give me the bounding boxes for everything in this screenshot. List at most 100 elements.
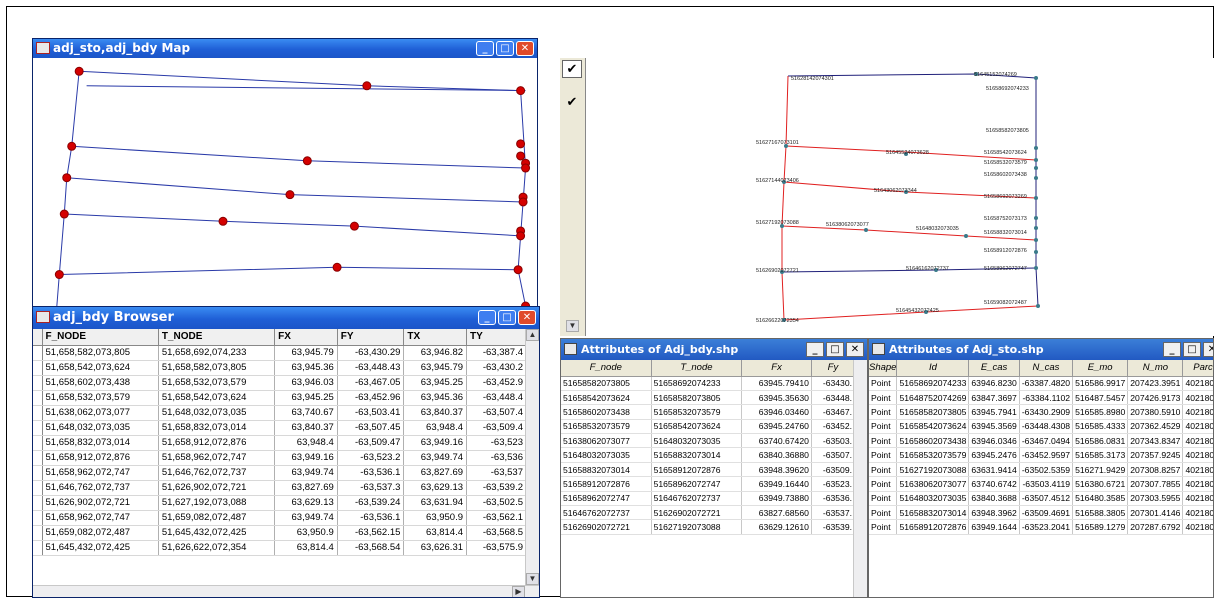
table-row[interactable]: 51658532073579 51658542073624 63945.24760-… xyxy=(561,419,856,435)
table-row[interactable]: 51,658,602,073,438 51,658,532,073,579 63,9… xyxy=(33,375,527,391)
parcel-node[interactable] xyxy=(1034,238,1038,242)
toolbar-check-2[interactable]: ✔ xyxy=(562,94,582,112)
node-point[interactable] xyxy=(362,81,372,91)
node-point[interactable] xyxy=(302,156,312,166)
node-point[interactable] xyxy=(285,190,295,200)
row-selector[interactable] xyxy=(33,465,43,481)
maximize-button[interactable]: □ xyxy=(1183,342,1201,357)
node-point[interactable] xyxy=(513,265,523,275)
toolbar-scroll-down-icon[interactable]: ▼ xyxy=(566,320,579,332)
row-selector[interactable] xyxy=(33,495,43,511)
table-row[interactable]: 51,659,082,072,487 51,645,432,072,425 63,9… xyxy=(33,525,527,541)
row-selector[interactable] xyxy=(33,525,43,541)
scroll-right-arrow-icon[interactable]: ▶ xyxy=(512,586,525,597)
parcel-map-canvas[interactable]: 51628142074301 51645152074269 516586920742… xyxy=(586,58,1214,336)
node-point[interactable] xyxy=(74,66,84,76)
node-point[interactable] xyxy=(54,270,64,280)
browser-window-titlebar[interactable]: adj_bdy Browser _ □ ✕ xyxy=(33,307,539,329)
column-header[interactable]: F_node xyxy=(561,360,652,377)
row-selector[interactable] xyxy=(33,420,43,436)
row-selector[interactable] xyxy=(33,480,43,496)
column-header[interactable]: Id xyxy=(896,360,970,377)
maximize-button[interactable]: □ xyxy=(498,310,516,325)
table-row[interactable]: Point 51627192073088 63631.9414 -63502.5359… xyxy=(869,462,1213,478)
column-header[interactable]: FY xyxy=(337,329,405,346)
node-point[interactable] xyxy=(62,173,72,183)
close-button[interactable]: ✕ xyxy=(516,41,534,56)
table-row[interactable]: 51658602073438 51658532073579 63946.03460-… xyxy=(561,404,856,420)
parcel-node[interactable] xyxy=(964,234,968,238)
table-row[interactable]: Point 51658532073579 63945.2476 -63452.9597… xyxy=(869,447,1213,463)
column-header[interactable]: TX xyxy=(403,329,468,346)
browser-vscrollbar[interactable]: ▲ ▼ xyxy=(525,329,539,585)
table-row[interactable]: 51,638,062,073,077 51,648,032,073,035 63,7… xyxy=(33,405,527,421)
node-point[interactable] xyxy=(516,86,526,96)
table-row[interactable]: Point 51658832073014 63948.3962 -63509.4691… xyxy=(869,505,1213,521)
table-row[interactable]: 51,658,912,072,876 51,658,962,072,747 63,9… xyxy=(33,450,527,466)
column-header[interactable]: TY xyxy=(466,329,527,346)
scroll-down-arrow-icon[interactable]: ▼ xyxy=(526,573,539,585)
table-row[interactable]: Point 51648032073035 63840.3688 -63507.4512… xyxy=(869,491,1213,507)
column-header[interactable]: T_NODE xyxy=(158,329,276,346)
close-button[interactable]: ✕ xyxy=(518,310,536,325)
row-selector[interactable] xyxy=(33,360,43,376)
node-point[interactable] xyxy=(518,197,528,207)
column-header[interactable]: N_mo xyxy=(1127,360,1184,377)
maximize-button[interactable]: □ xyxy=(826,342,844,357)
attr-sto-titlebar[interactable]: Attributes of Adj_sto.shp _ □ ✕ xyxy=(869,339,1213,360)
table-row[interactable]: Point 51658542073624 63945.3569 -63448.4308… xyxy=(869,419,1213,435)
table-row[interactable]: Point 51658692074233 63946.8230 -63387.4820… xyxy=(869,376,1213,391)
table-row[interactable]: 51626902072721 51627192073088 63629.12610-… xyxy=(561,519,856,535)
node-point[interactable] xyxy=(59,209,69,219)
column-header[interactable]: Shape xyxy=(869,360,898,377)
minimize-button[interactable]: _ xyxy=(1163,342,1181,357)
table-row[interactable]: 51648032073035 51658832073014 63840.36880-… xyxy=(561,447,856,463)
table-row[interactable]: 51658912072876 51658962072747 63949.16440-… xyxy=(561,476,856,492)
row-selector[interactable] xyxy=(33,540,43,556)
table-row[interactable]: 51658542073624 51658582073805 63945.35630-… xyxy=(561,390,856,406)
row-selector[interactable] xyxy=(33,435,43,451)
table-row[interactable]: Point 51648752074269 63847.3697 -63384.1102… xyxy=(869,390,1213,406)
map-window-titlebar[interactable]: adj_sto,adj_bdy Map _ □ ✕ xyxy=(33,39,537,58)
table-row[interactable]: 51,658,962,072,747 51,646,762,072,737 63,9… xyxy=(33,465,527,481)
parcel-node[interactable] xyxy=(1034,250,1038,254)
table-row[interactable]: 51646762072737 51626902072721 63827.68560-… xyxy=(561,505,856,521)
table-row[interactable]: 51638062073077 51648032073035 63740.67420-… xyxy=(561,433,856,449)
table-row[interactable]: 51,646,762,072,737 51,626,902,072,721 63,8… xyxy=(33,480,527,496)
parcel-node[interactable] xyxy=(1034,76,1038,80)
node-point[interactable] xyxy=(67,141,77,151)
table-row[interactable]: 51,658,532,073,579 51,658,542,073,624 63,9… xyxy=(33,390,527,406)
maximize-button[interactable]: □ xyxy=(496,41,514,56)
table-row[interactable]: 51,648,032,073,035 51,658,832,073,014 63,8… xyxy=(33,420,527,436)
browser-hscrollbar[interactable]: ▶ xyxy=(33,585,539,597)
minimize-button[interactable]: _ xyxy=(476,41,494,56)
node-point[interactable] xyxy=(516,151,526,161)
node-point[interactable] xyxy=(521,163,531,173)
toolbar-check-1[interactable]: ✔ xyxy=(562,60,582,78)
close-button[interactable]: ✕ xyxy=(1203,342,1213,357)
row-selector[interactable] xyxy=(33,345,43,361)
parcel-node[interactable] xyxy=(864,228,868,232)
attr-bdy-vscrollbar[interactable] xyxy=(853,360,867,597)
scroll-up-arrow-icon[interactable]: ▲ xyxy=(526,329,539,341)
column-header[interactable]: Parcelkey xyxy=(1182,360,1213,377)
row-selector[interactable] xyxy=(33,510,43,526)
parcel-node[interactable] xyxy=(1034,196,1038,200)
table-row[interactable]: 51,658,832,073,014 51,658,912,072,876 63,9… xyxy=(33,435,527,451)
row-selector[interactable] xyxy=(33,390,43,406)
minimize-button[interactable]: _ xyxy=(806,342,824,357)
node-point[interactable] xyxy=(218,216,228,226)
column-header[interactable]: E_cas xyxy=(968,360,1020,377)
table-row[interactable]: Point 51658912072876 63949.1644 -63523.2041… xyxy=(869,519,1213,535)
node-point[interactable] xyxy=(349,221,359,231)
parcel-node[interactable] xyxy=(1036,304,1040,308)
parcel-node[interactable] xyxy=(1034,226,1038,230)
table-row[interactable]: Point 51658602073438 63946.0346 -63467.0494… xyxy=(869,433,1213,449)
table-row[interactable]: Point 51638062073077 63740.6742 -63503.4119… xyxy=(869,476,1213,492)
column-header[interactable]: FX xyxy=(274,329,338,346)
column-header[interactable]: T_node xyxy=(651,360,743,377)
attr-bdy-titlebar[interactable]: Attributes of Adj_bdy.shp _ □ ✕ xyxy=(561,339,867,360)
table-row[interactable]: 51,658,962,072,747 51,659,082,072,487 63,9… xyxy=(33,510,527,526)
column-header[interactable]: E_mo xyxy=(1072,360,1129,377)
row-selector[interactable] xyxy=(33,450,43,466)
